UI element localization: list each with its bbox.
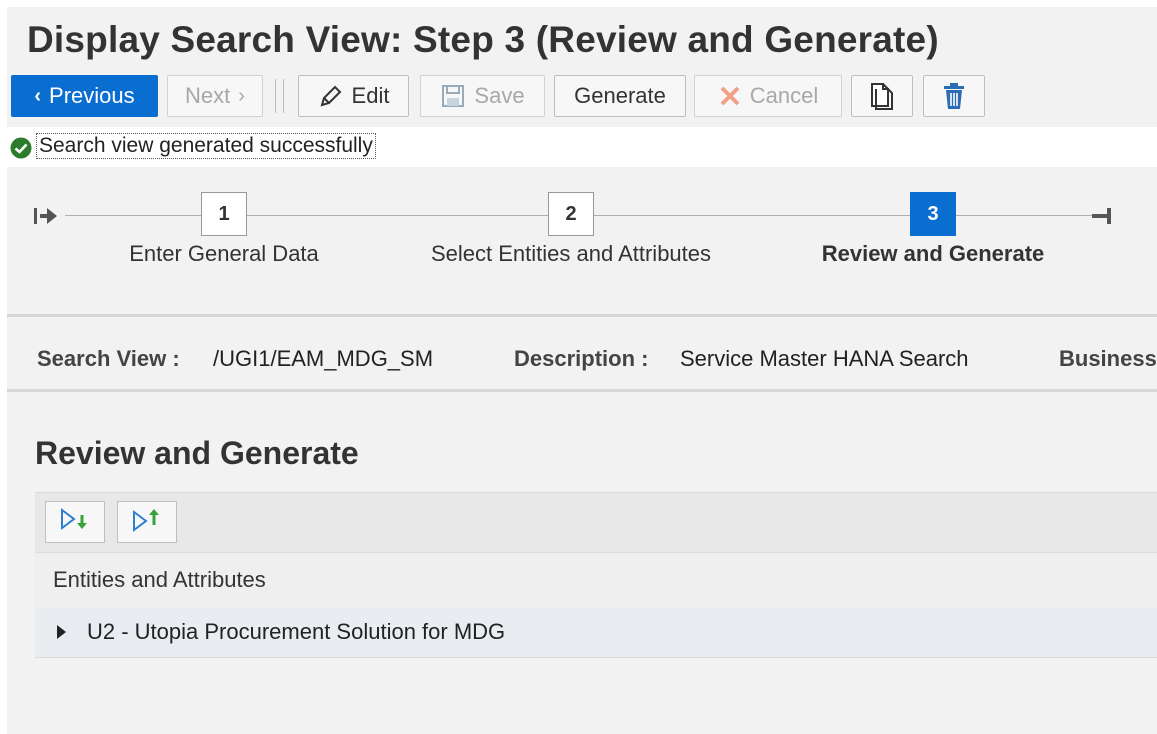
page: Display Search View: Step 3 (Review and … [7, 7, 1157, 734]
roadmap-step-1[interactable]: 1 [201, 192, 247, 236]
search-view-label: Search View : [37, 346, 180, 371]
roadmap-start-icon [34, 205, 62, 232]
business-label: Business [1059, 346, 1157, 371]
roadmap-step-1-label: Enter General Data [129, 241, 319, 266]
chevron-left-icon: ‹ [34, 84, 42, 107]
trash-icon [941, 81, 967, 111]
section-title: Review and Generate [35, 435, 359, 471]
roadmap-step-2-label: Select Entities and Attributes [430, 241, 712, 266]
collapse-all-icon [130, 507, 164, 538]
cancel-x-icon [718, 84, 742, 108]
toolbar-separator [275, 79, 276, 113]
roadmap-step-3[interactable]: 3 [910, 192, 956, 236]
next-button[interactable]: Next › [167, 75, 263, 117]
description-value: Service Master HANA Search [680, 346, 969, 371]
tree-row-label: U2 - Utopia Procurement Solution for MDG [87, 619, 506, 644]
tree-toolbar [35, 492, 1157, 553]
divider [7, 389, 1157, 392]
divider [7, 314, 1157, 317]
search-view-value: /UGI1/EAM_MDG_SM [213, 346, 434, 371]
next-label: Next [185, 83, 231, 108]
save-label: Save [474, 83, 525, 108]
toolbar: ‹ Previous Next › Edit Save Generate Can… [11, 75, 1157, 119]
roadmap: 1 Enter General Data 2 Select Entities a… [7, 167, 1157, 317]
expand-all-button[interactable] [45, 501, 105, 543]
delete-button[interactable] [923, 75, 985, 117]
previous-button[interactable]: ‹ Previous [11, 75, 158, 117]
edit-label: Edit [351, 83, 390, 108]
chevron-right-icon: › [238, 84, 245, 107]
table-header: Entities and Attributes [35, 552, 1157, 608]
roadmap-step-3-label: Review and Generate [821, 241, 1045, 266]
message-text: Search view generated successfully [36, 133, 376, 159]
tree-row[interactable]: U2 - Utopia Procurement Solution for MDG [35, 607, 1157, 658]
copy-icon [868, 81, 896, 111]
expand-all-icon [58, 507, 92, 538]
description-label: Description : [514, 346, 649, 371]
save-button[interactable]: Save [420, 75, 545, 117]
cancel-label: Cancel [749, 83, 819, 108]
collapse-all-button[interactable] [117, 501, 177, 543]
message-strip: Search view generated successfully [7, 127, 1157, 167]
pencil-icon [318, 83, 344, 109]
roadmap-end-icon [1092, 207, 1114, 230]
success-check-icon [10, 137, 32, 159]
previous-label: Previous [49, 83, 135, 108]
copy-button[interactable] [851, 75, 913, 117]
page-title: Display Search View: Step 3 (Review and … [27, 19, 939, 60]
save-icon [440, 83, 466, 109]
toolbar-separator [283, 79, 284, 113]
expand-caret-icon[interactable] [57, 625, 66, 639]
generate-button[interactable]: Generate [554, 75, 686, 117]
column-header-entities: Entities and Attributes [53, 567, 266, 592]
roadmap-step-2[interactable]: 2 [548, 192, 594, 236]
cancel-button[interactable]: Cancel [694, 75, 842, 117]
edit-button[interactable]: Edit [298, 75, 409, 117]
header-info: Search View : /UGI1/EAM_MDG_SM Descripti… [7, 324, 1157, 396]
